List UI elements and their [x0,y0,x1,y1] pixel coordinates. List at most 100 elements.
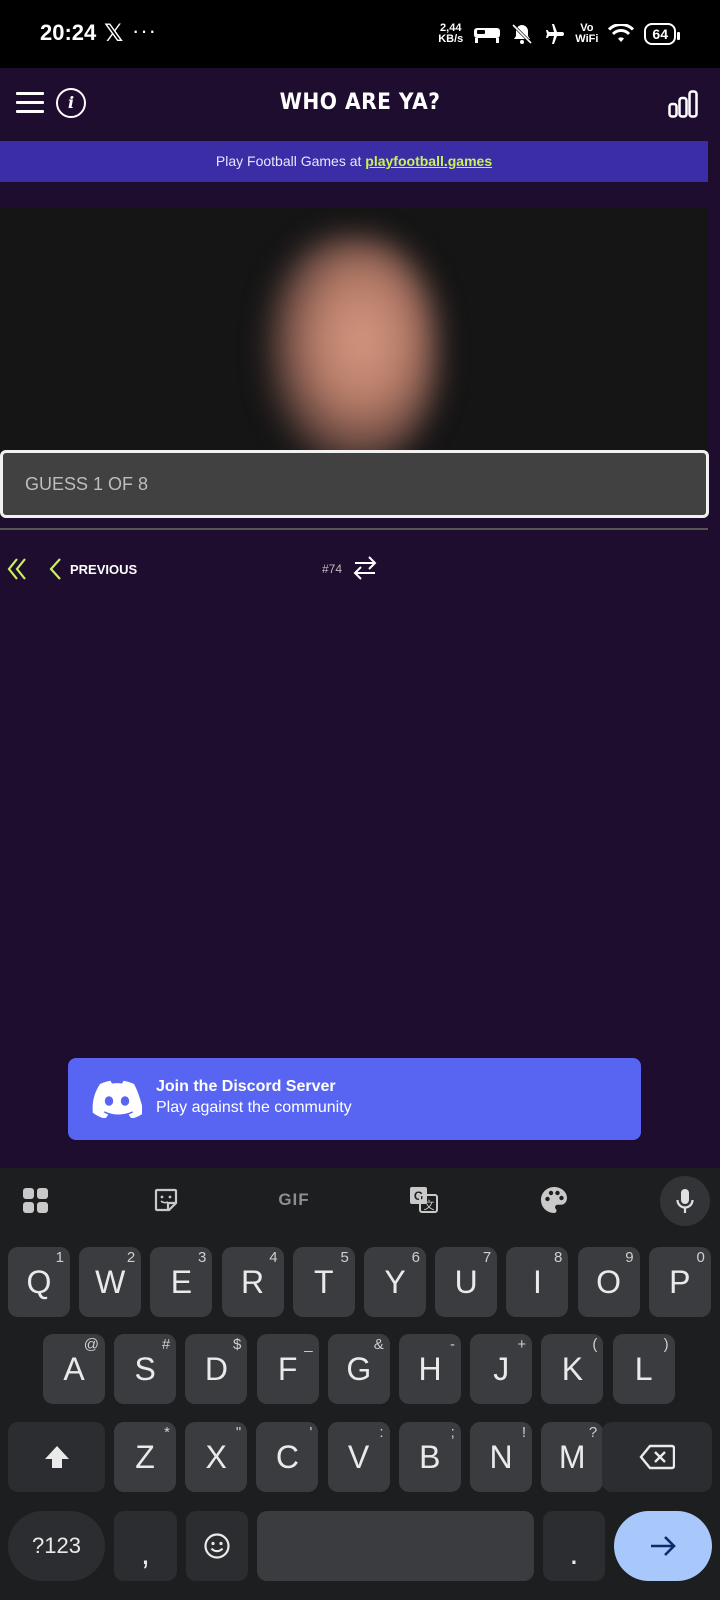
soft-keyboard: GIF G文 Q1W2E3R4T5Y6U7I8O9P0 A @ S # D $ F _ G & H -… [0,1168,720,1600]
key-label: S [134,1350,156,1387]
app-header: i WHO ARE YA? [0,68,720,140]
key-label: G [346,1350,372,1387]
banner-link[interactable]: playfootball.games [365,153,492,169]
key-hint: $ [233,1336,242,1353]
game-navigation: PREVIOUS #74 [0,552,720,586]
key-hint: _ [304,1336,313,1353]
guess-field-wrapper [0,450,709,518]
key-hint: ( [592,1336,598,1353]
emoji-icon [204,1533,230,1559]
translate-icon[interactable]: G文 [406,1182,442,1218]
key-label: K [561,1350,584,1387]
backspace-key[interactable] [602,1422,712,1492]
key-v[interactable]: V: [327,1422,390,1492]
banner-text: Play Football Games at [215,153,366,169]
double-chevron-left-icon[interactable] [6,556,28,582]
key-u[interactable]: U7 [435,1247,498,1317]
bed-icon [474,28,501,43]
stats-icon[interactable] [668,90,698,118]
wifi-label: WiFi [575,33,599,45]
key-e[interactable]: E3 [150,1247,213,1317]
status-bar: 20:24 𝕏 ··· 2,44 KB/s Vo WiFi 64 [0,0,720,68]
bell-off-icon [512,23,533,45]
key-r[interactable]: R4 [221,1247,284,1317]
key-s[interactable]: S # [114,1334,177,1404]
shift-key[interactable] [8,1422,105,1492]
apps-icon[interactable] [17,1182,53,1218]
key-hint: 4 [269,1249,278,1266]
key-q[interactable]: Q1 [8,1247,70,1317]
palette-icon[interactable] [536,1182,572,1218]
chevron-left-icon [49,558,61,580]
enter-key[interactable] [614,1511,712,1581]
key-f[interactable]: F _ [256,1334,319,1404]
key-hint: ; [450,1424,455,1441]
key-label: Z [135,1438,155,1475]
key-hint: 7 [482,1249,492,1266]
period-key[interactable]: . [543,1511,605,1581]
key-g[interactable]: G & [327,1334,390,1404]
key-t[interactable]: T5 [292,1247,355,1317]
comma-key-label: , [141,1534,150,1571]
comma-key[interactable]: , [114,1511,177,1581]
key-p[interactable]: P0 [648,1247,711,1317]
key-label: N [489,1438,513,1475]
more-notifications: ··· [132,18,157,43]
key-hint: 9 [625,1249,634,1266]
gif-button[interactable]: GIF [276,1182,312,1218]
swap-arrows-icon[interactable] [352,555,378,581]
key-hint: ? [588,1424,598,1441]
key-j[interactable]: J + [470,1334,533,1404]
page-title: WHO ARE YA? [279,90,441,115]
previous-button[interactable]: PREVIOUS [48,554,137,584]
key-hint: 3 [198,1249,207,1266]
key-label: L [634,1350,653,1387]
mic-icon[interactable] [660,1176,710,1226]
key-a[interactable]: A @ [43,1334,105,1404]
key-hint: + [517,1336,527,1353]
key-x[interactable]: X " [185,1422,248,1492]
key-z[interactable]: Z * [114,1422,176,1492]
key-label: V [347,1438,370,1475]
key-c[interactable]: C ' [256,1422,319,1492]
key-hint: & [373,1336,384,1353]
emoji-key[interactable] [186,1511,248,1581]
discord-invite-card[interactable]: Join the Discord Server Play against the… [68,1058,641,1140]
vowifi-indicator: Vo WiFi [575,23,598,45]
keyboard-toolbar: GIF G文 [0,1168,720,1232]
key-d[interactable]: D $ [185,1334,248,1404]
key-hint: " [235,1424,242,1441]
key-hint: ) [663,1336,669,1353]
key-h[interactable]: H- [399,1334,461,1404]
airplane-icon [546,24,565,44]
key-label: M [558,1438,586,1475]
key-hint: 1 [55,1249,64,1266]
key-o[interactable]: O9 [577,1247,640,1317]
symbols-key[interactable]: ?123 [8,1511,105,1581]
guess-input[interactable] [3,453,706,515]
key-label: T [314,1263,334,1300]
key-w[interactable]: W2 [79,1247,142,1317]
key-label: E [170,1263,193,1300]
key-label: P [669,1263,691,1300]
key-n[interactable]: N! [470,1422,532,1492]
sticker-icon[interactable] [148,1182,184,1218]
key-i[interactable]: I8 [506,1247,569,1317]
blurred-player-photo [0,207,708,452]
key-y[interactable]: Y6 [364,1247,426,1317]
key-l[interactable]: L) [612,1334,675,1404]
key-label: J [493,1350,510,1387]
key-k[interactable]: K( [541,1334,604,1404]
key-label: R [241,1263,265,1300]
key-hint: @ [83,1336,99,1353]
previous-label: PREVIOUS [70,561,138,577]
key-m[interactable]: M? [541,1422,604,1492]
wifi-icon [608,24,635,42]
status-time: 20:24 [40,20,97,45]
space-key[interactable] [257,1511,534,1581]
key-b[interactable]: B; [398,1422,461,1492]
symbols-key-label: ?123 [32,1533,81,1558]
key-label: D [204,1350,228,1387]
x-logo-icon: 𝕏 [104,20,124,47]
key-hint: 2 [126,1249,136,1266]
